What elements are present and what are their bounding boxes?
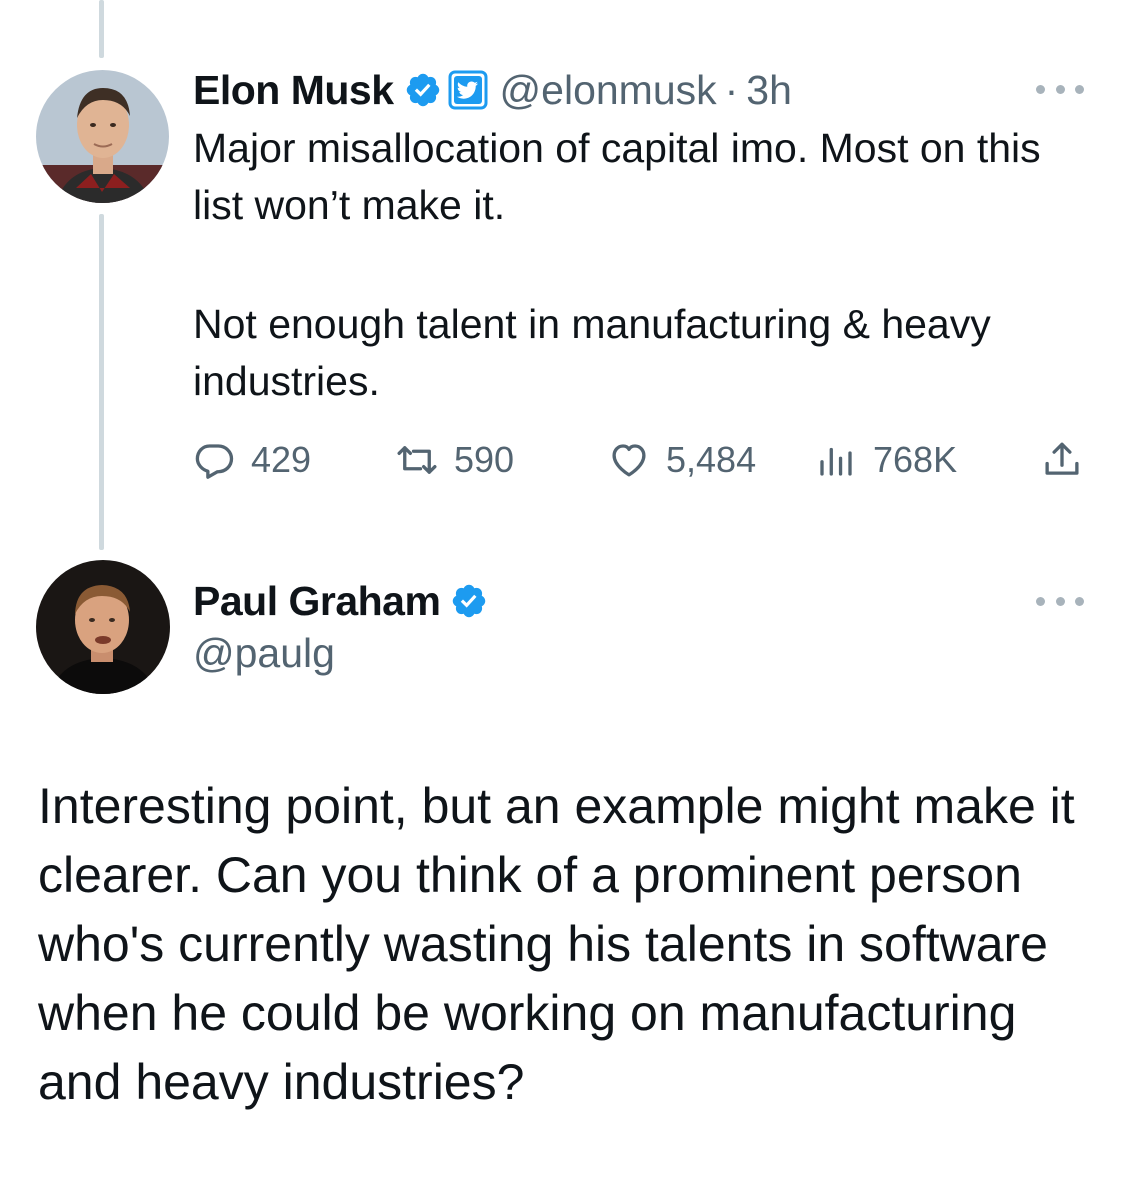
- twitter-bird-badge-icon[interactable]: [448, 70, 488, 110]
- reply-button[interactable]: 429: [193, 430, 311, 490]
- tweet-text-paragraph-1: Major misallocation of capital imo. Most…: [193, 125, 1041, 228]
- verified-badge-icon: [450, 582, 488, 620]
- like-count: 5,484: [666, 439, 757, 480]
- reply-tweet-text: Interesting point, but an example might …: [38, 778, 1075, 1110]
- author-row-elon: Elon Musk @elonmusk · 3h: [193, 65, 792, 115]
- views-button[interactable]: 768K: [815, 430, 957, 490]
- verified-badge-icon: [404, 71, 442, 109]
- view-count: 768K: [873, 439, 958, 480]
- more-options-icon[interactable]: [1036, 81, 1084, 97]
- display-name-paul[interactable]: Paul Graham: [193, 578, 441, 625]
- more-options-icon[interactable]: [1036, 593, 1084, 609]
- heart-icon: [608, 439, 650, 481]
- display-name-elon[interactable]: Elon Musk: [193, 67, 394, 114]
- share-button[interactable]: [1041, 430, 1083, 490]
- avatar-elon[interactable]: [36, 70, 169, 203]
- handle-elon[interactable]: @elonmusk: [500, 67, 717, 114]
- retweet-icon: [396, 439, 438, 481]
- like-button[interactable]: 5,484: [608, 430, 756, 490]
- thread-line-top: [99, 0, 104, 58]
- separator-dot: ·: [724, 66, 739, 113]
- timestamp[interactable]: 3h: [746, 67, 792, 114]
- reply-icon: [193, 439, 235, 481]
- views-icon: [815, 439, 857, 481]
- tweet-action-bar: 429 590 5,484 768K: [193, 430, 1088, 490]
- reply-count: 429: [251, 439, 312, 480]
- thread-line-connector: [99, 214, 104, 550]
- author-row-paul: Paul Graham: [193, 576, 488, 626]
- retweet-button[interactable]: 590: [396, 430, 514, 490]
- retweet-count: 590: [454, 439, 515, 480]
- share-icon: [1041, 439, 1083, 481]
- tweet-text-paragraph-2: Not enough talent in manufacturing & hea…: [193, 301, 991, 404]
- avatar-paul[interactable]: [36, 560, 170, 694]
- handle-paul[interactable]: @paulg: [193, 630, 335, 677]
